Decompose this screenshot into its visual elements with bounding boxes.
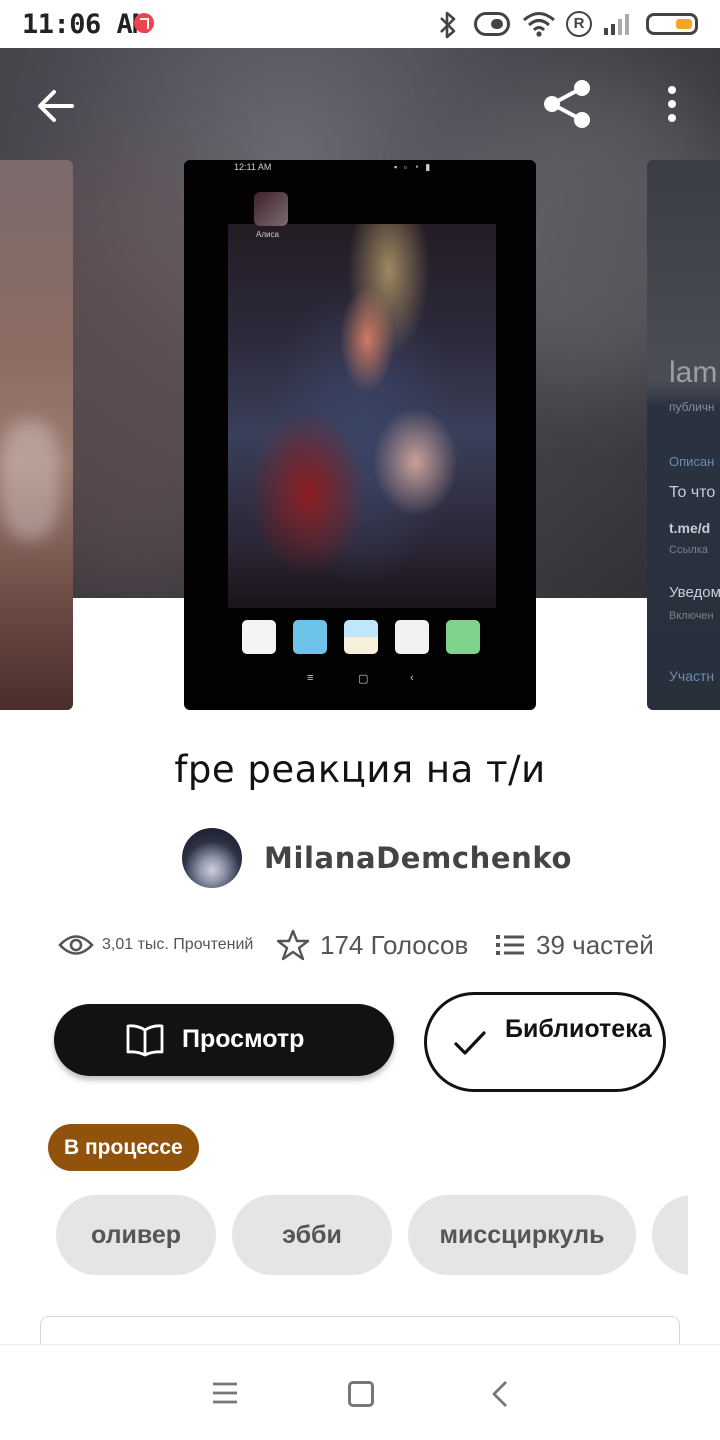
home-icon[interactable] — [348, 1381, 374, 1407]
author-name[interactable]: MilanaDemchenko — [264, 841, 572, 875]
avatar[interactable] — [182, 828, 242, 888]
cover-artwork — [228, 224, 496, 608]
parts-count: 39 частей — [536, 929, 654, 960]
cover-next-text: Описан — [669, 454, 715, 469]
reads-count: 3,01 тыс. Прочтений — [102, 936, 254, 953]
tag-chip[interactable]: оливер — [56, 1195, 216, 1275]
cover-mini-status-icons: ▪ ▫ ◔ ▮ — [394, 162, 433, 172]
cover-mini-phone-icon — [446, 620, 480, 654]
cover-next[interactable]: lam публичн Описан То что t.me/d Ссылка … — [647, 160, 720, 710]
read-button-label: Просмотр — [182, 1025, 305, 1053]
back-arrow-icon[interactable] — [36, 86, 76, 126]
cover-mini-gallery-icon — [293, 620, 327, 654]
music-icon — [134, 13, 154, 33]
status-bar: 11:06 AM R — [0, 0, 720, 48]
cover-mini-time: 12:11 AM — [234, 162, 272, 172]
battery-icon — [646, 13, 698, 35]
vibrate-icon — [474, 12, 510, 36]
system-nav-bar — [0, 1344, 720, 1440]
tag-chip[interactable]: эбби — [232, 1195, 392, 1275]
more-vertical-icon[interactable] — [660, 84, 684, 124]
star-icon — [276, 929, 310, 961]
status-time: 11:06 AM — [22, 9, 149, 40]
eye-icon — [58, 935, 94, 955]
cover-next-text: публичн — [669, 400, 715, 414]
cover-next-text: lam — [669, 356, 718, 389]
votes-count: 174 Голосов — [320, 929, 469, 960]
signal-icon — [604, 14, 629, 35]
cover-mini-app-icon — [254, 192, 288, 226]
tag-chip[interactable] — [652, 1195, 688, 1275]
cover-mini-dock — [242, 620, 482, 654]
cover-mini-app-label: Алиса — [256, 230, 279, 239]
cover-next-text: t.me/d — [669, 520, 711, 536]
author-row[interactable]: MilanaDemchenko — [182, 828, 582, 888]
votes-stat: 174 Голосов — [276, 920, 468, 970]
library-button-label: Библиотека — [505, 1015, 652, 1043]
tags-list: оливер эбби миссциркуль — [0, 1195, 688, 1275]
check-icon — [454, 1031, 486, 1055]
wifi-icon — [523, 12, 555, 37]
cover-mini-weather-icon — [344, 620, 378, 654]
bluetooth-icon — [440, 11, 456, 39]
cover-next-text: Уведом — [669, 584, 720, 601]
status-badge: В процессе — [48, 1124, 199, 1171]
library-button[interactable]: Библиотека — [424, 992, 666, 1092]
cover-next-text: Включен — [669, 610, 714, 622]
story-title: fpe реакция на т/и — [174, 748, 546, 791]
cover-mini-nav: ≡ ▢ ‹ — [307, 672, 414, 685]
back-icon[interactable] — [488, 1379, 512, 1409]
book-icon — [126, 1024, 164, 1057]
cover-current[interactable]: 12:11 AM ▪ ▫ ◔ ▮ Алиса ≡ ▢ ‹ — [184, 160, 536, 710]
battery-level — [676, 19, 692, 29]
cover-next-text: Участн — [669, 668, 715, 684]
cover-mini-status-bar: 12:11 AM ▪ ▫ ◔ ▮ — [184, 160, 536, 176]
cover-next-text: Ссылка — [669, 544, 708, 556]
cover-mini-camera-icon — [395, 620, 429, 654]
parts-stat: 39 частей — [496, 920, 654, 970]
roaming-icon: R — [566, 11, 592, 37]
share-icon[interactable] — [540, 78, 596, 130]
cover-mini-play-icon — [242, 620, 276, 654]
tag-chip[interactable]: миссциркуль — [408, 1195, 636, 1275]
reads-stat: 3,01 тыс. Прочтений — [58, 920, 253, 970]
read-button[interactable]: Просмотр — [54, 1004, 394, 1076]
menu-icon[interactable] — [212, 1381, 238, 1405]
list-icon — [496, 935, 524, 955]
cover-previous[interactable] — [0, 160, 73, 710]
cover-next-text: То что — [669, 484, 716, 501]
story-stats: 3,01 тыс. Прочтений 174 Голосов 39 часте… — [0, 920, 720, 970]
